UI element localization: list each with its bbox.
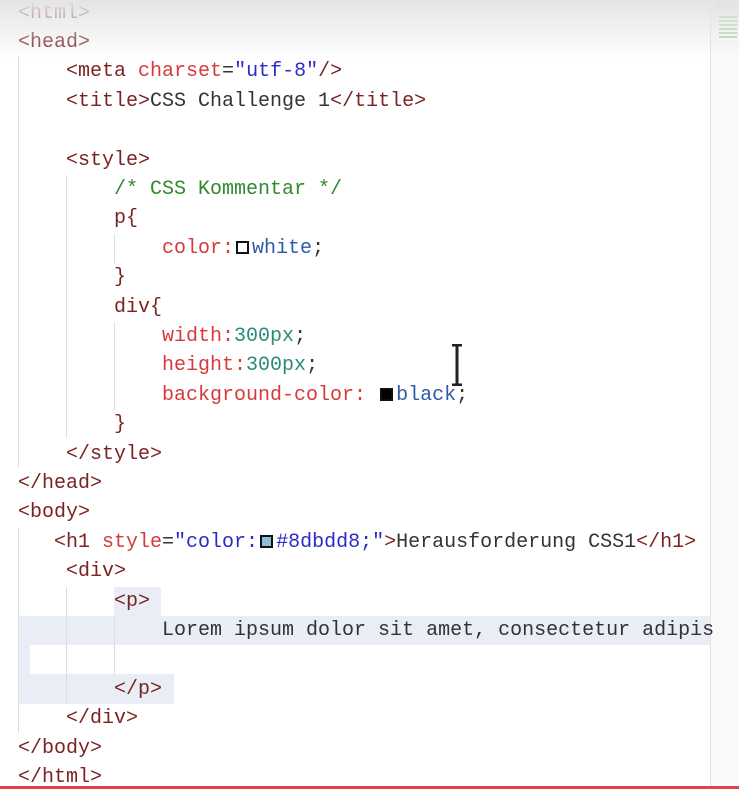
color-swatch-icon[interactable] bbox=[236, 240, 250, 254]
code-line[interactable]: </head> bbox=[18, 469, 102, 498]
code-token: <h1 bbox=[18, 530, 103, 554]
code-line[interactable]: background-color: black; bbox=[18, 381, 468, 410]
code-token: Lorem ipsum dolor sit amet, consectetur … bbox=[18, 618, 715, 642]
code-token: color: bbox=[18, 236, 235, 260]
code-line[interactable]: </html> bbox=[18, 763, 102, 792]
code-line[interactable]: </p> bbox=[18, 675, 162, 704]
code-token: style bbox=[102, 530, 163, 554]
code-token: } bbox=[18, 413, 127, 437]
code-token: 300px bbox=[246, 354, 307, 378]
code-token: <head> bbox=[18, 30, 91, 54]
code-line[interactable]: Lorem ipsum dolor sit amet, consectetur … bbox=[18, 616, 714, 645]
code-token: = bbox=[162, 530, 175, 554]
code-line[interactable]: <p> bbox=[18, 587, 150, 616]
code-token: "utf-8" bbox=[234, 60, 319, 84]
minimap[interactable] bbox=[710, 0, 739, 786]
code-token: </h1> bbox=[636, 530, 697, 554]
code-token: Herausforderung CSS1 bbox=[396, 530, 637, 554]
code-token: <title> bbox=[18, 89, 151, 113]
code-token: ; bbox=[312, 236, 325, 260]
code-token: ; bbox=[456, 383, 469, 407]
code-line[interactable]: <body> bbox=[18, 498, 90, 527]
code-token: 300px bbox=[234, 324, 295, 348]
code-line[interactable]: </style> bbox=[18, 440, 162, 469]
code-line[interactable]: <html> bbox=[18, 0, 90, 28]
code-token: /* CSS Kommentar */ bbox=[18, 177, 343, 201]
code-token: ; bbox=[306, 354, 319, 378]
code-token: div{ bbox=[18, 295, 163, 319]
code-token: </html> bbox=[18, 765, 103, 789]
text-cursor-icon bbox=[452, 344, 462, 386]
code-line[interactable]: height:300px; bbox=[18, 351, 318, 380]
minimap-content bbox=[717, 2, 735, 8]
code-token: </style> bbox=[18, 442, 163, 466]
code-line[interactable]: <div> bbox=[18, 557, 126, 586]
code-token: width: bbox=[18, 324, 235, 348]
code-line[interactable]: } bbox=[18, 410, 126, 439]
color-swatch-icon[interactable] bbox=[380, 387, 394, 401]
code-token: </body> bbox=[18, 736, 103, 760]
code-token: } bbox=[18, 266, 127, 290]
code-line[interactable]: color: white; bbox=[18, 234, 324, 263]
code-line[interactable]: <head> bbox=[18, 28, 90, 57]
code-token: <div> bbox=[18, 560, 127, 584]
code-token: #8dbdd8;" bbox=[276, 530, 385, 554]
code-token: <body> bbox=[18, 501, 91, 525]
code-line[interactable]: <style> bbox=[18, 146, 150, 175]
code-line[interactable]: div{ bbox=[18, 293, 162, 322]
code-line[interactable]: p{ bbox=[18, 204, 138, 233]
code-token: p{ bbox=[18, 207, 139, 231]
code-token: background-color: bbox=[18, 383, 379, 407]
code-token: height: bbox=[18, 354, 247, 378]
code-token: white bbox=[252, 236, 313, 260]
code-token: "color: bbox=[174, 530, 259, 554]
code-token: </head> bbox=[18, 471, 103, 495]
code-editor[interactable]: <html> <head> <meta charset="utf-8"/> <ti… bbox=[0, 0, 714, 789]
code-line[interactable]: /* CSS Kommentar */ bbox=[18, 175, 342, 204]
code-token: </title> bbox=[330, 89, 427, 113]
code-token: = bbox=[222, 60, 235, 84]
selection-highlight bbox=[18, 645, 30, 674]
code-line[interactable]: </body> bbox=[18, 734, 102, 763]
code-token: </div> bbox=[18, 707, 139, 731]
code-line[interactable]: <title>CSS Challenge 1</title> bbox=[18, 87, 426, 116]
code-token: > bbox=[384, 530, 397, 554]
code-token: </p> bbox=[18, 677, 163, 701]
code-token: <style> bbox=[18, 148, 151, 172]
color-swatch-icon[interactable] bbox=[260, 534, 274, 548]
code-token: <p> bbox=[18, 589, 151, 613]
code-line[interactable]: } bbox=[18, 263, 126, 292]
code-line[interactable]: <h1 style="color: #8dbdd8;">Herausforderu… bbox=[18, 528, 696, 557]
code-token: black bbox=[396, 383, 457, 407]
code-token: /> bbox=[318, 60, 343, 84]
code-line[interactable]: <meta charset="utf-8"/> bbox=[18, 57, 342, 86]
minimap-content bbox=[719, 16, 737, 40]
code-token: <html> bbox=[18, 1, 91, 25]
code-token: ; bbox=[294, 324, 307, 348]
code-token: charset bbox=[138, 60, 223, 84]
code-line[interactable]: width:300px; bbox=[18, 322, 306, 351]
code-token: CSS Challenge 1 bbox=[150, 89, 331, 113]
code-line[interactable]: </div> bbox=[18, 704, 138, 733]
code-token: <meta bbox=[18, 60, 139, 84]
